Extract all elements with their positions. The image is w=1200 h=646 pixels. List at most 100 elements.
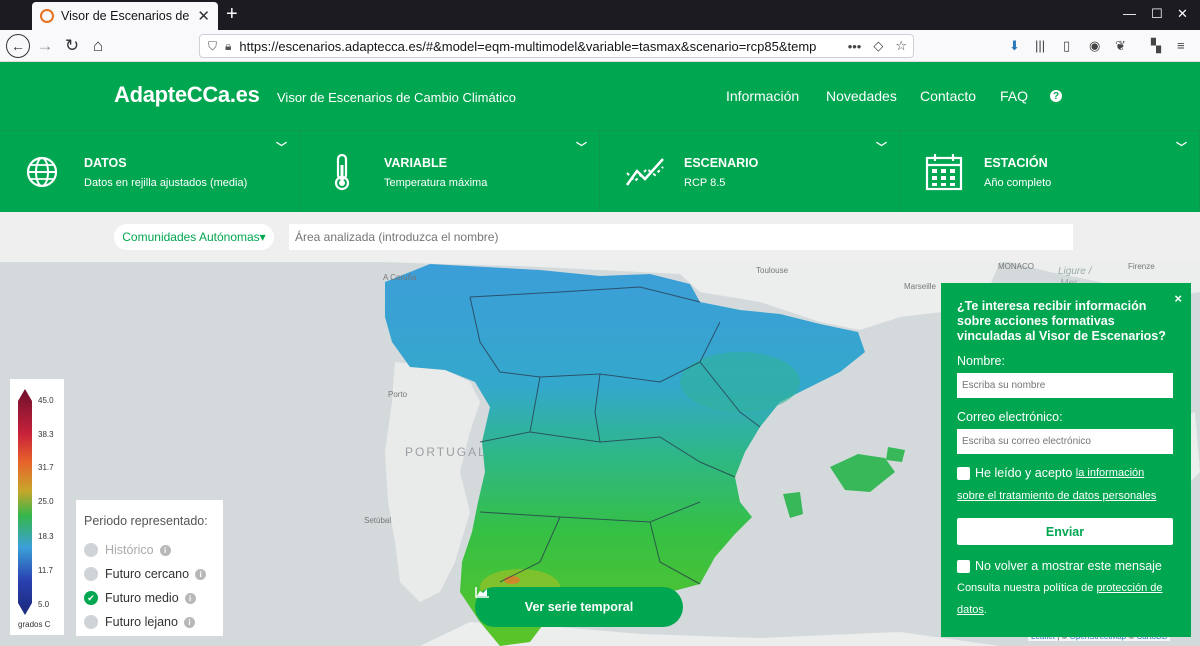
minimize-icon[interactable]: — (1123, 6, 1136, 21)
page-actions-icon[interactable]: ••• (848, 39, 862, 54)
period-option-futuro-medio[interactable]: ✔ Futuro medio i (84, 586, 223, 610)
consent-row: He leído y acepto la información (957, 466, 1175, 480)
selector-datos[interactable]: DATOS Datos en rejilla ajustados (media)… (0, 131, 300, 213)
email-field[interactable] (957, 429, 1173, 454)
balearic-mallorca (830, 454, 895, 492)
site-logo[interactable]: AdapteCCa.es (114, 82, 260, 108)
new-tab-icon[interactable]: + (226, 3, 238, 26)
chevron-down-icon[interactable]: ﹀ (276, 139, 287, 155)
account-icon[interactable]: ◉ (1089, 38, 1100, 54)
policy-link-continued[interactable]: datos (957, 604, 984, 616)
lock-icon[interactable]: 🔒︎ (225, 39, 231, 54)
map-label-portugal: PORTUGAL (405, 445, 487, 459)
forward-icon[interactable]: → (33, 34, 57, 58)
search-bar: Comunidades Autónomas▾ (0, 212, 1200, 262)
map-label-toulouse: Toulouse (756, 266, 789, 275)
policy-link[interactable]: protección de (1096, 582, 1162, 594)
info-icon[interactable]: i (195, 568, 207, 580)
no-show-checkbox[interactable] (957, 559, 970, 573)
url-bar[interactable]: ⛉ 🔒︎ https://escenarios.adaptecca.es/#&m… (199, 34, 914, 58)
home-icon[interactable]: ⌂ (86, 34, 110, 58)
consent-link-continued[interactable]: sobre el tratamiento de datos personales (957, 490, 1156, 502)
url-text[interactable]: https://escenarios.adaptecca.es/#&model=… (239, 39, 841, 54)
period-option-label: Futuro lejano (105, 615, 178, 629)
legend-tick: 11.7 (38, 566, 53, 575)
info-icon[interactable]: i (184, 592, 196, 604)
selector-title: ESTACIÓN (984, 156, 1048, 170)
time-series-button[interactable]: Ver serie temporal (475, 587, 683, 627)
map-label-coruna: A Coruña (383, 273, 417, 282)
selector-panel: DATOS Datos en rejilla ajustados (media)… (0, 130, 1200, 213)
policy-end: . (983, 604, 987, 616)
extensions-puzzle-icon[interactable]: ▚ (1151, 38, 1161, 54)
legend-color-scale (18, 389, 32, 615)
radio-icon[interactable] (84, 567, 98, 581)
legend-tick: 31.7 (38, 463, 54, 472)
back-icon[interactable]: ← (6, 34, 30, 58)
selector-title: ESCENARIO (684, 156, 759, 170)
download-icon[interactable]: ⬇ (1009, 38, 1020, 54)
browser-tab[interactable]: Visor de Escenarios de C ✕ (32, 2, 218, 30)
consent-link[interactable]: la información (1076, 467, 1144, 479)
send-button[interactable]: Enviar (957, 518, 1173, 545)
period-option-futuro-lejano[interactable]: Futuro lejano i (84, 610, 223, 634)
region-type-select[interactable]: Comunidades Autónomas▾ (114, 224, 274, 250)
balearic-ibiza (783, 492, 803, 518)
sidebar-icon[interactable]: ▯ (1063, 38, 1070, 54)
selector-title: DATOS (84, 156, 127, 170)
globe-icon (26, 156, 58, 188)
area-search-input[interactable] (289, 224, 1073, 250)
selector-value: Año completo (984, 177, 1052, 189)
selector-value: RCP 8.5 (684, 177, 726, 189)
period-option-label: Futuro medio (105, 591, 179, 605)
chevron-down-icon[interactable]: ﹀ (576, 139, 587, 155)
balearic-menorca (886, 447, 905, 462)
map-label-setubal: Setúbal (364, 516, 392, 525)
legend-tick: 38.3 (38, 430, 54, 439)
policy-prefix: Consulta nuestra política de (957, 582, 1094, 594)
shield-icon[interactable]: ⛉ (208, 39, 217, 54)
popup-heading: ¿Te interesa recibir información sobre a… (957, 299, 1166, 343)
radio-icon[interactable] (84, 543, 98, 557)
selector-estacion[interactable]: ESTACIÓN Año completo ﹀ (900, 131, 1200, 213)
help-icon[interactable]: ? (1050, 90, 1062, 102)
calendar-icon (925, 154, 963, 191)
nav-contacto[interactable]: Contacto (920, 88, 976, 104)
selector-escenario[interactable]: ESCENARIO RCP 8.5 ﹀ (600, 131, 900, 213)
warm-area-ebro (680, 352, 800, 412)
selector-variable[interactable]: VARIABLE Temperatura máxima ﹀ (300, 131, 600, 213)
radio-checked-icon[interactable]: ✔ (84, 591, 98, 605)
color-legend: 45.0 38.3 31.7 25.0 18.3 11.7 5.0 grados… (10, 379, 64, 635)
nav-faq[interactable]: FAQ (1000, 88, 1028, 104)
nav-informacion[interactable]: Información (726, 88, 799, 104)
map-label-marseille: Marseille (904, 282, 937, 291)
chevron-down-icon[interactable]: ﹀ (876, 139, 887, 155)
menu-icon[interactable]: ≡ (1177, 38, 1185, 53)
email-label: Correo electrónico: (957, 410, 1063, 424)
reload-icon[interactable]: ↻ (60, 34, 84, 58)
no-show-text: No volver a mostrar este mensaje (975, 559, 1162, 573)
chevron-down-icon[interactable]: ﹀ (1176, 139, 1187, 155)
map-label-liguria: Ligure / (1058, 266, 1092, 277)
consent-checkbox[interactable] (957, 466, 970, 480)
hot-spot (504, 576, 520, 584)
name-field[interactable] (957, 373, 1173, 398)
map-label-monaco: MONACO (998, 262, 1034, 271)
legend-unit: grados C (18, 620, 51, 629)
info-icon[interactable]: i (183, 616, 195, 628)
tab-close-icon[interactable]: ✕ (197, 7, 210, 25)
close-window-icon[interactable]: ✕ (1177, 6, 1188, 22)
maximize-icon[interactable]: ☐ (1151, 6, 1163, 22)
period-title: Periodo representado: (84, 514, 208, 528)
pocket-icon[interactable]: ◇ (873, 38, 883, 54)
library-icon[interactable]: ||| (1035, 38, 1045, 53)
period-option-futuro-cercano[interactable]: Futuro cercano i (84, 562, 223, 586)
nav-novedades[interactable]: Novedades (826, 88, 897, 104)
period-option-historico[interactable]: Histórico i (84, 538, 223, 562)
extension-icon[interactable]: ❦ (1115, 38, 1126, 54)
thermometer-icon (334, 153, 350, 191)
info-icon[interactable]: i (159, 544, 171, 556)
bookmark-star-icon[interactable]: ☆ (895, 38, 907, 54)
close-icon[interactable]: × (1174, 291, 1182, 306)
radio-icon[interactable] (84, 615, 98, 629)
